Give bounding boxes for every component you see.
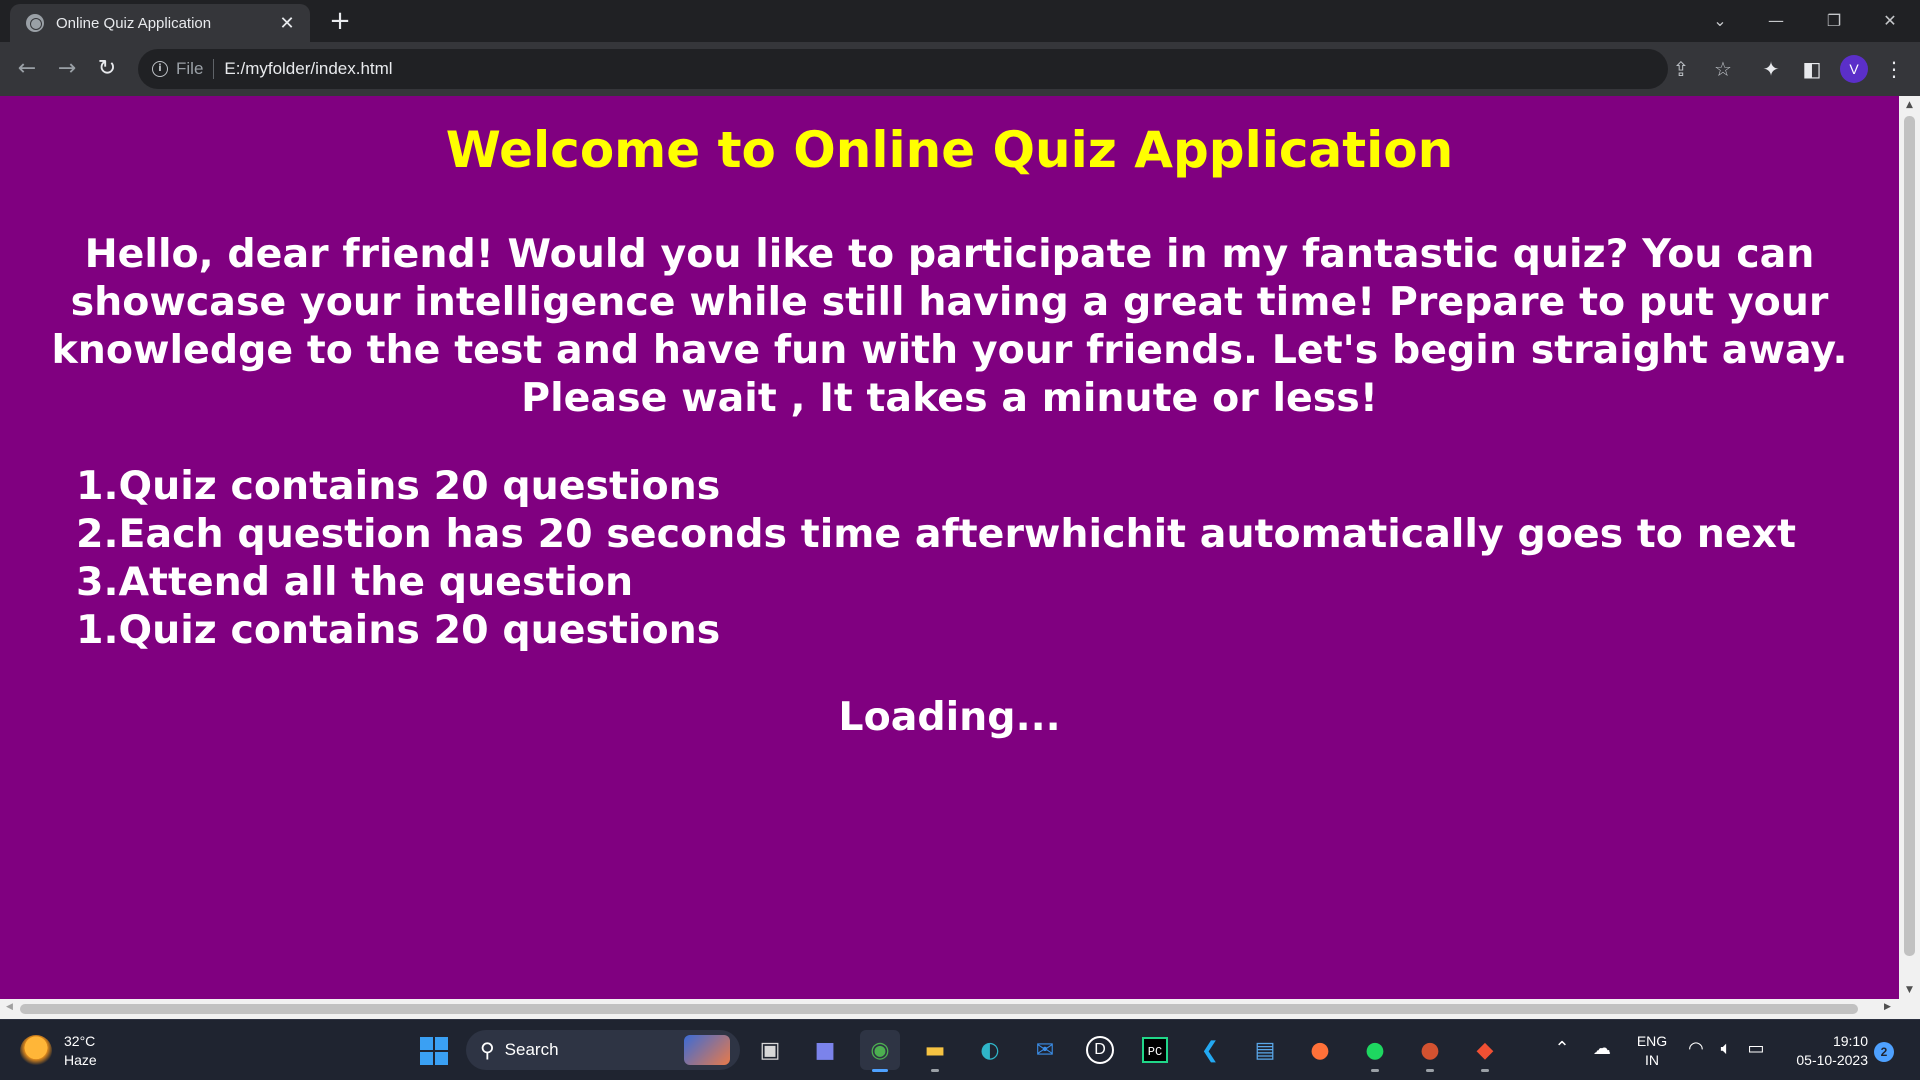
clock-date: 05-10-2023 bbox=[1796, 1052, 1868, 1068]
system-clock[interactable]: 19:10 05-10-2023 bbox=[1782, 1032, 1868, 1070]
vertical-scroll-thumb[interactable] bbox=[1904, 116, 1915, 956]
chrome-icon[interactable]: ◉ bbox=[860, 1030, 900, 1072]
rule-item: 2.Each question has 20 seconds time afte… bbox=[76, 511, 1796, 557]
browser-toolbar: ← → ↻ i File E:/myfolder/index.html ⇪ ☆ … bbox=[0, 42, 1920, 96]
side-panel-icon[interactable]: ◧ bbox=[1798, 55, 1826, 83]
onedrive-icon[interactable]: ☁ bbox=[1590, 1038, 1614, 1059]
search-label: Search bbox=[504, 1040, 559, 1059]
volume-icon[interactable]: 🔈︎ bbox=[1714, 1038, 1738, 1059]
forward-icon[interactable]: → bbox=[52, 54, 82, 84]
weather-description: Haze bbox=[64, 1052, 97, 1068]
menu-icon[interactable]: ⋮ bbox=[1880, 55, 1908, 83]
spotify-icon[interactable]: ● bbox=[1355, 1030, 1395, 1072]
url-text[interactable]: E:/myfolder/index.html bbox=[224, 59, 392, 79]
back-icon[interactable]: ← bbox=[12, 54, 42, 84]
horizontal-scroll-thumb[interactable] bbox=[20, 1004, 1858, 1014]
vertical-scrollbar[interactable]: ▲ ▼ bbox=[1899, 96, 1920, 999]
firefox-icon[interactable]: ● bbox=[1300, 1030, 1340, 1070]
language-indicator[interactable]: ENG IN bbox=[1632, 1032, 1672, 1070]
search-highlight-icon bbox=[684, 1035, 730, 1065]
vscode-icon[interactable]: ❮ bbox=[1190, 1030, 1230, 1070]
minimize-button[interactable]: — bbox=[1756, 6, 1796, 36]
battery-icon[interactable]: ▭ bbox=[1744, 1038, 1768, 1059]
globe-icon bbox=[26, 14, 44, 32]
intro-text: Hello, dear friend! Would you like to pa… bbox=[51, 231, 1848, 421]
scroll-up-icon[interactable]: ▲ bbox=[1899, 100, 1920, 110]
file-explorer-icon[interactable]: ▣ bbox=[750, 1030, 790, 1070]
chevron-up-icon[interactable]: ⌃ bbox=[1550, 1038, 1574, 1059]
profile-avatar[interactable]: V bbox=[1840, 55, 1868, 83]
windows-start-icon[interactable] bbox=[420, 1037, 448, 1065]
close-tab-icon[interactable]: ✕ bbox=[276, 13, 298, 34]
page-title: Welcome to Online Quiz Application bbox=[445, 121, 1454, 179]
extensions-icon[interactable]: ✦ bbox=[1757, 55, 1785, 83]
bookmark-star-icon[interactable]: ☆ bbox=[1710, 56, 1736, 82]
edge-icon[interactable]: ◐ bbox=[970, 1030, 1010, 1070]
rule-item: 3.Attend all the question bbox=[76, 559, 634, 605]
powerpoint-icon[interactable]: ● bbox=[1410, 1030, 1450, 1072]
region-code: IN bbox=[1645, 1052, 1659, 1068]
tab-title: Online Quiz Application bbox=[56, 14, 212, 32]
git-icon[interactable]: ◆ bbox=[1465, 1030, 1505, 1072]
close-window-button[interactable]: ✕ bbox=[1870, 6, 1910, 36]
restore-button[interactable]: ❐ bbox=[1814, 6, 1854, 36]
horizontal-scrollbar[interactable]: ◀ ▶ bbox=[0, 999, 1920, 1019]
dell-icon[interactable]: D bbox=[1080, 1030, 1120, 1070]
language-code: ENG bbox=[1636, 1033, 1668, 1049]
folder-icon[interactable]: ▬ bbox=[915, 1030, 955, 1072]
address-bar[interactable]: i File E:/myfolder/index.html bbox=[138, 49, 1668, 89]
tab-search-icon[interactable]: ⌄ bbox=[1700, 6, 1740, 36]
notepad-icon[interactable]: ▤ bbox=[1245, 1030, 1285, 1070]
scroll-left-icon[interactable]: ◀ bbox=[6, 1002, 13, 1012]
loading-text: Loading... bbox=[838, 694, 1061, 740]
info-icon[interactable]: i bbox=[152, 61, 168, 77]
scroll-right-icon[interactable]: ▶ bbox=[1884, 1002, 1891, 1012]
rule-item: 1.Quiz contains 20 questions bbox=[76, 463, 721, 509]
rule-item: 1.Quiz contains 20 questions bbox=[76, 607, 721, 653]
reload-icon[interactable]: ↻ bbox=[92, 54, 122, 84]
weather-temperature: 32°C bbox=[64, 1033, 96, 1049]
taskbar: 32°C Haze ⚲ Search ▣ ■ ◉ ▬ ◐ ✉ D PC ❮ ▤ … bbox=[0, 1019, 1920, 1080]
pycharm-icon[interactable]: PC bbox=[1135, 1030, 1175, 1070]
rules-list: 1.Quiz contains 20 questions 2.Each ques… bbox=[76, 462, 1796, 654]
clock-time: 19:10 bbox=[1832, 1033, 1868, 1049]
weather-widget[interactable]: 32°C Haze bbox=[20, 1032, 97, 1070]
weather-haze-icon bbox=[20, 1035, 52, 1067]
notification-badge[interactable]: 2 bbox=[1874, 1042, 1894, 1062]
tab-strip: Online Quiz Application ✕ + ⌄ — ❐ ✕ bbox=[0, 0, 1920, 42]
scroll-down-icon[interactable]: ▼ bbox=[1899, 985, 1920, 995]
url-scheme: File bbox=[176, 59, 215, 79]
new-tab-button[interactable]: + bbox=[325, 6, 355, 36]
share-icon[interactable]: ⇪ bbox=[1668, 56, 1694, 82]
wifi-icon[interactable]: ◠ bbox=[1684, 1038, 1708, 1059]
mail-icon[interactable]: ✉ bbox=[1025, 1030, 1065, 1070]
search-icon: ⚲ bbox=[480, 1038, 495, 1062]
taskbar-search[interactable]: ⚲ Search bbox=[466, 1030, 740, 1070]
teams-icon[interactable]: ■ bbox=[805, 1030, 845, 1070]
page-viewport: Welcome to Online Quiz Application Hello… bbox=[0, 96, 1899, 999]
browser-tab[interactable]: Online Quiz Application ✕ bbox=[10, 4, 310, 42]
